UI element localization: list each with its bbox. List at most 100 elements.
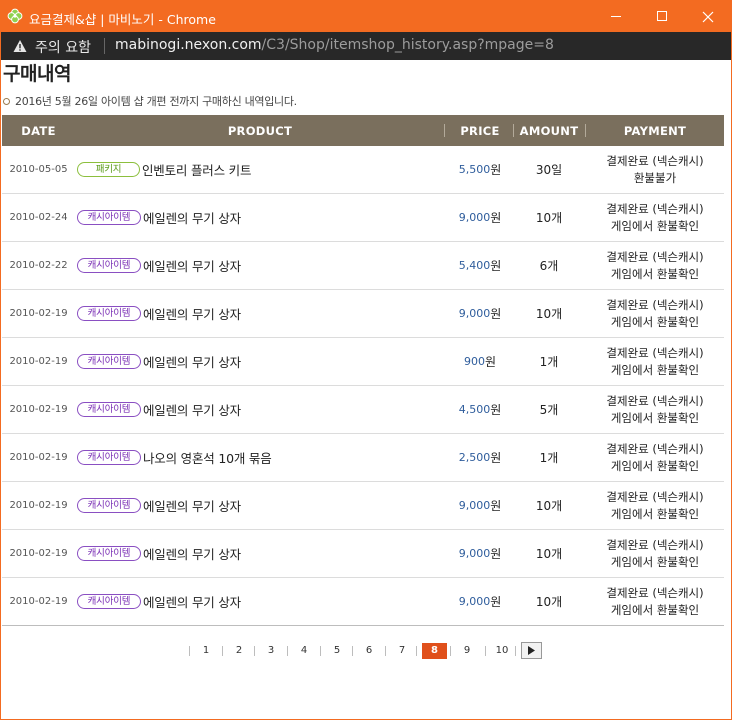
- security-warning-label[interactable]: 주의 요함: [35, 37, 91, 57]
- amount-cell: 10개: [535, 547, 563, 561]
- page-separator: [485, 646, 486, 656]
- product-name: 에일렌의 무기 상자: [143, 403, 241, 418]
- refund-status: 게임에서 환불확인: [610, 314, 700, 329]
- item-type-badge: 캐시아이템: [77, 546, 141, 561]
- page-separator: [189, 646, 190, 656]
- warning-triangle-icon[interactable]: [13, 39, 27, 53]
- item-type-badge: 캐시아이템: [77, 210, 141, 225]
- table-row: 2010-02-19 캐시아이템 에일렌의 무기 상자 9,000 원 10개 결제완료 (…: [2, 482, 724, 530]
- price-value: 5,400: [458, 259, 491, 272]
- currency-unit: 원: [490, 499, 502, 513]
- price-value: 900: [463, 355, 485, 368]
- product-cell: 캐시아이템 에일렌의 무기 상자: [77, 338, 443, 385]
- page-link[interactable]: 6: [358, 643, 380, 659]
- currency-unit: 원: [484, 355, 497, 369]
- table-row: 2010-05-05 패키지 인벤토리 플러스 키트 5,500 원 30일 결제완료 (넥…: [2, 146, 724, 194]
- product-name: 에일렌의 무기 상자: [143, 259, 241, 274]
- price-value: 9,000: [458, 595, 491, 608]
- amount-cell: 1개: [539, 355, 559, 369]
- refund-status: 게임에서 환불확인: [610, 602, 700, 617]
- payment-status: 결제완료 (넥슨캐시): [606, 201, 704, 216]
- maximize-icon: [656, 11, 667, 21]
- minimize-button[interactable]: [593, 1, 639, 32]
- payment-status: 결제완료 (넥슨캐시): [606, 489, 704, 504]
- payment-status: 결제완료 (넥슨캐시): [606, 393, 704, 408]
- price-value: 4,500: [458, 403, 491, 416]
- header-date: DATE: [21, 124, 56, 138]
- price-value: 9,000: [458, 307, 491, 320]
- address-divider: [104, 38, 105, 54]
- payment-cell: 결제완료 (넥슨캐시) 게임에서 환불확인: [585, 290, 725, 337]
- play-triangle-icon: [528, 646, 535, 655]
- refund-status: 게임에서 환불확인: [610, 362, 700, 377]
- product-cell: 캐시아이템 에일렌의 무기 상자: [77, 386, 443, 433]
- refund-status: 환불불가: [633, 170, 677, 185]
- date-cell: 2010-02-19: [9, 500, 68, 511]
- refund-status: 게임에서 환불확인: [610, 458, 700, 473]
- currency-unit: 원: [490, 163, 502, 177]
- amount-cell: 10개: [535, 307, 563, 321]
- table-row: 2010-02-19 캐시아이템 에일렌의 무기 상자 4,500 원 5개 결제완료 (넥…: [2, 386, 724, 434]
- page-link[interactable]: 9: [456, 643, 478, 659]
- table-row: 2010-02-19 캐시아이템 에일렌의 무기 상자 900 원 1개 결제완료 (넥슨캐…: [2, 338, 724, 386]
- page-link-current[interactable]: 8: [422, 643, 447, 659]
- page-link[interactable]: 2: [228, 643, 250, 659]
- close-icon: [702, 11, 714, 22]
- payment-cell: 결제완료 (넥슨캐시) 게임에서 환불확인: [585, 194, 725, 241]
- maximize-button[interactable]: [639, 1, 685, 32]
- amount-cell: 10개: [535, 211, 563, 225]
- product-name: 에일렌의 무기 상자: [143, 211, 241, 226]
- item-type-badge: 캐시아이템: [77, 402, 141, 417]
- table-body: 2010-05-05 패키지 인벤토리 플러스 키트 5,500 원 30일 결제완료 (넥…: [2, 146, 724, 626]
- history-notice: 2016년 5월 26일 아이템 샵 개편 전까지 구매하신 내역입니다.: [3, 93, 297, 109]
- page-link[interactable]: 5: [326, 643, 348, 659]
- currency-unit: 원: [490, 259, 502, 273]
- product-cell: 캐시아이템 에일렌의 무기 상자: [77, 578, 443, 625]
- item-type-badge: 캐시아이템: [77, 450, 141, 465]
- page-separator: [222, 646, 223, 656]
- page-link[interactable]: 3: [260, 643, 282, 659]
- circle-bullet-icon: [3, 98, 10, 105]
- table-row: 2010-02-19 캐시아이템 에일렌의 무기 상자 9,000 원 10개 결제완료 (…: [2, 290, 724, 338]
- payment-status: 결제완료 (넥슨캐시): [606, 537, 704, 552]
- item-type-badge: 캐시아이템: [77, 498, 141, 513]
- currency-unit: 원: [490, 547, 502, 561]
- payment-cell: 결제완료 (넥슨캐시) 게임에서 환불확인: [585, 386, 725, 433]
- page-link[interactable]: 1: [195, 643, 217, 659]
- header-divider: [444, 124, 445, 137]
- url-text[interactable]: mabinogi.nexon.com/C3/Shop/itemshop_hist…: [115, 37, 554, 53]
- table-row: 2010-02-19 캐시아이템 나오의 영혼석 10개 묶음 2,500 원 1개 결제완…: [2, 434, 724, 482]
- refund-status: 게임에서 환불확인: [610, 218, 700, 233]
- price-cell: 4,500 원: [447, 386, 513, 433]
- date-cell: 2010-02-19: [9, 356, 68, 367]
- close-button[interactable]: [685, 1, 731, 32]
- address-bar[interactable]: 주의 요함 mabinogi.nexon.com/C3/Shop/itemsho…: [1, 32, 731, 60]
- refund-status: 게임에서 환불확인: [610, 506, 700, 521]
- price-cell: 9,000 원: [447, 482, 513, 529]
- item-type-badge: 캐시아이템: [77, 354, 141, 369]
- product-cell: 캐시아이템 에일렌의 무기 상자: [77, 482, 443, 529]
- page-separator: [254, 646, 255, 656]
- currency-unit: 원: [490, 211, 502, 225]
- price-cell: 9,000 원: [447, 290, 513, 337]
- item-type-badge: 캐시아이템: [77, 306, 141, 321]
- page-link[interactable]: 10: [491, 643, 513, 659]
- table-row: 2010-02-19 캐시아이템 에일렌의 무기 상자 9,000 원 10개 결제완료 (…: [2, 578, 724, 626]
- page-separator: [287, 646, 288, 656]
- price-cell: 9,000 원: [447, 530, 513, 577]
- minimize-icon: [610, 16, 621, 17]
- product-cell: 캐시아이템 에일렌의 무기 상자: [77, 194, 443, 241]
- table-row: 2010-02-22 캐시아이템 에일렌의 무기 상자 5,400 원 6개 결제완료 (넥…: [2, 242, 724, 290]
- payment-status: 결제완료 (넥슨캐시): [606, 585, 704, 600]
- payment-status: 결제완료 (넥슨캐시): [606, 153, 704, 168]
- price-value: 9,000: [458, 547, 491, 560]
- title-bar[interactable]: 요금결제&샵 | 마비노기 - Chrome: [1, 1, 731, 32]
- next-page-button[interactable]: [521, 642, 542, 659]
- page-link[interactable]: 7: [391, 643, 413, 659]
- product-name: 에일렌의 무기 상자: [143, 307, 241, 322]
- refund-status: 게임에서 환불확인: [610, 410, 700, 425]
- page-separator: [515, 646, 516, 656]
- page-link[interactable]: 4: [293, 643, 315, 659]
- product-cell: 캐시아이템 에일렌의 무기 상자: [77, 530, 443, 577]
- product-cell: 캐시아이템 에일렌의 무기 상자: [77, 290, 443, 337]
